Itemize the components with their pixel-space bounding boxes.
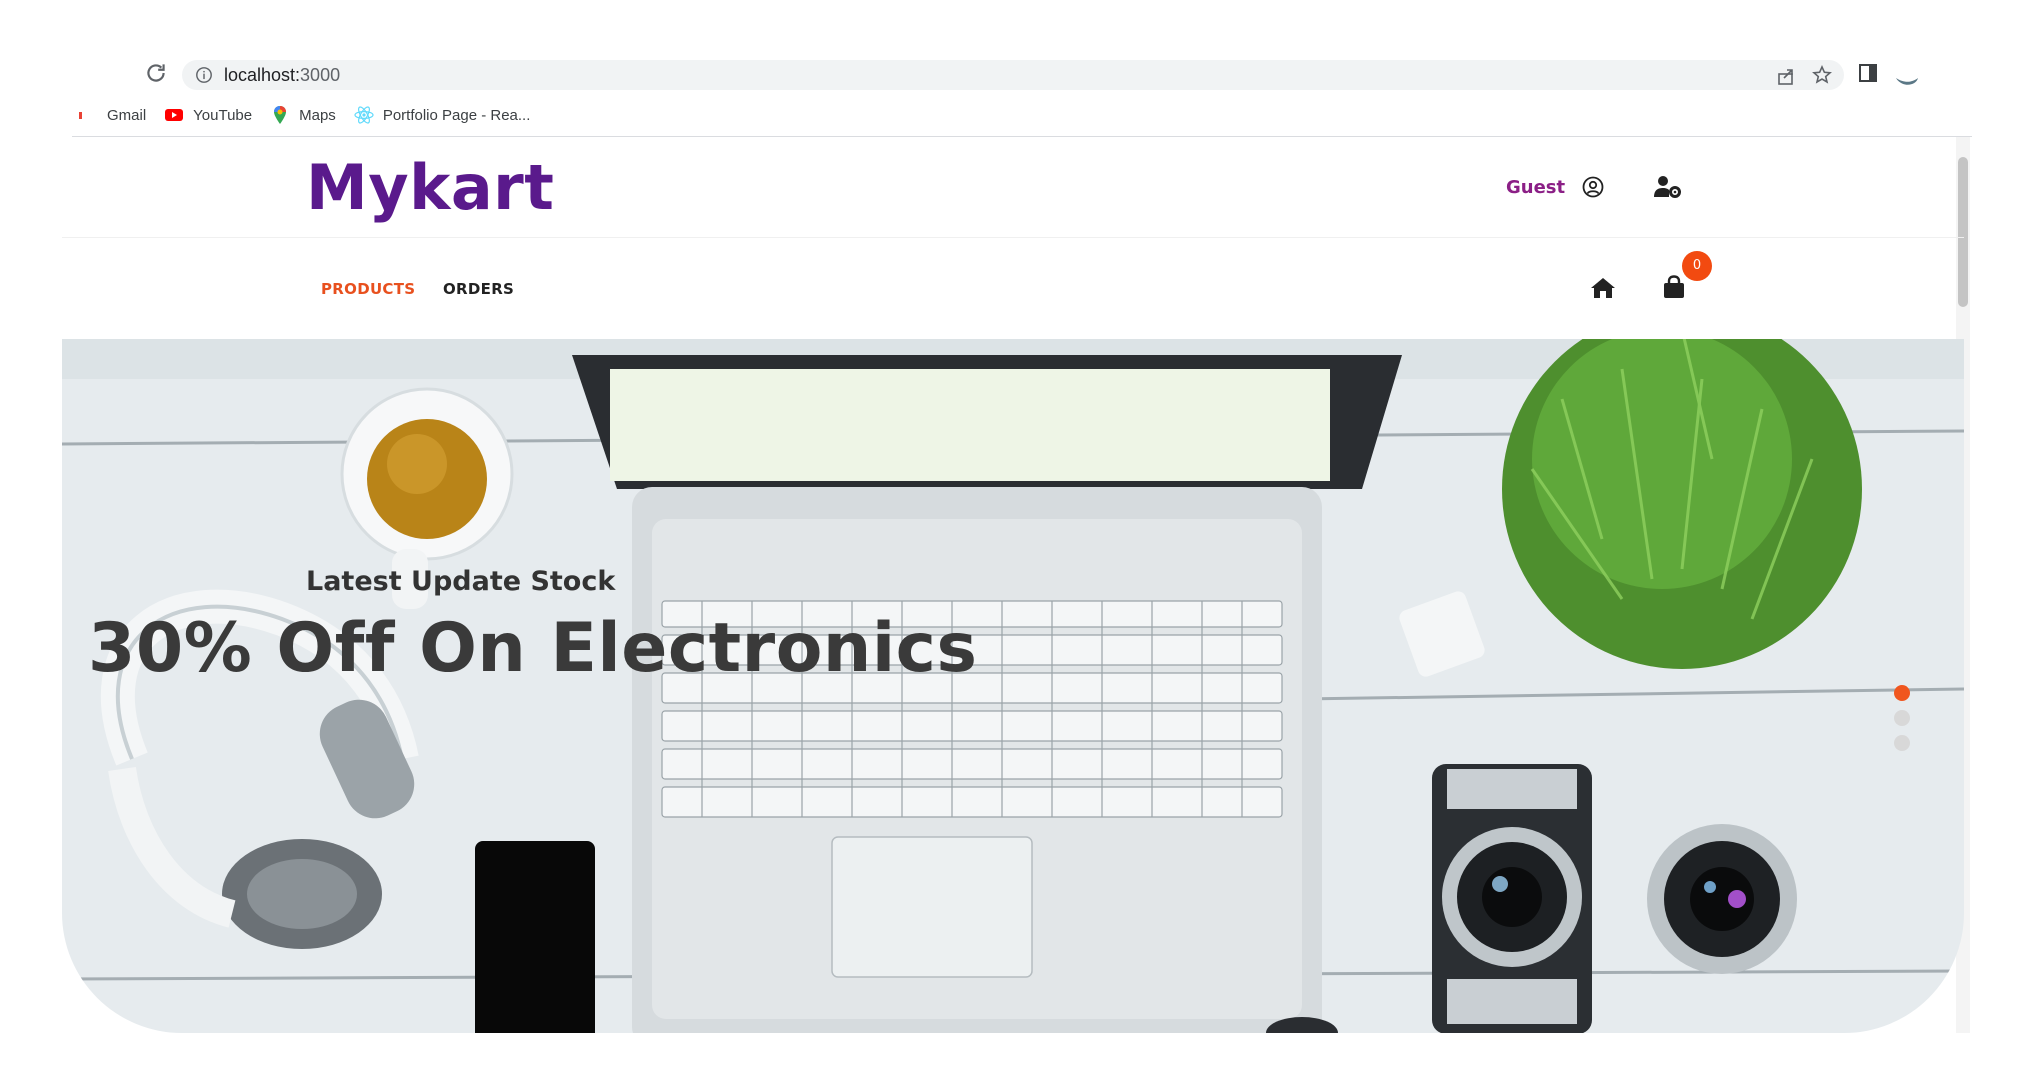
bookmark-label: Gmail [107, 106, 147, 124]
user-circle-icon[interactable] [1582, 176, 1604, 198]
hero-subtitle: Latest Update Stock [306, 566, 616, 597]
profile-avatar[interactable] [1894, 62, 1922, 90]
url-port: 3000 [300, 65, 341, 85]
bookmark-portfolio[interactable]: Portfolio Page - Rea... [354, 105, 531, 125]
hero-title: 30% Off On Electronics [88, 609, 978, 688]
side-panel-icon[interactable] [1858, 63, 1878, 83]
hero-carousel[interactable]: Latest Update Stock 30% Off On Electroni… [62, 339, 1964, 1033]
user-settings-icon[interactable] [1653, 175, 1683, 199]
nav-orders-link[interactable]: ORDERS [443, 280, 514, 298]
main-nav: PRODUCTS ORDERS 0 [62, 237, 1964, 339]
bookmarks-bar: Gmail YouTube Maps Portfolio Page - Rea.… [78, 102, 530, 128]
bookmark-label: Portfolio Page - Rea... [382, 106, 531, 124]
cart-count-badge: 0 [1682, 251, 1712, 281]
bookmark-label: YouTube [193, 106, 253, 124]
bookmark-gmail[interactable]: Gmail [78, 105, 146, 125]
home-icon[interactable] [1590, 276, 1616, 300]
carousel-dot-1[interactable] [1894, 685, 1910, 701]
user-greeting: Guest [1506, 177, 1566, 198]
react-icon [354, 106, 374, 124]
web-page: Mykart Guest PRODUCTS ORDERS 0 Latest Up… [62, 137, 1964, 1033]
youtube-icon [165, 109, 184, 121]
bookmark-youtube[interactable]: YouTube [164, 105, 252, 125]
info-icon[interactable] [195, 66, 213, 84]
bookmark-star-icon[interactable] [1812, 65, 1832, 85]
share-icon[interactable] [1776, 66, 1796, 86]
carousel-dot-2[interactable] [1894, 710, 1910, 726]
bookmark-label: Maps [299, 106, 336, 124]
carousel-dot-3[interactable] [1894, 735, 1910, 751]
address-bar[interactable]: localhost:3000 [182, 60, 1844, 90]
bookmark-maps[interactable]: Maps [270, 105, 336, 125]
browser-chrome: localhost:3000 Gmail YouTube Maps Portfo… [0, 0, 2022, 137]
site-logo[interactable]: Mykart [306, 151, 554, 224]
maps-icon [274, 106, 287, 124]
gmail-icon [78, 105, 98, 125]
url-text[interactable]: localhost:3000 [224, 64, 340, 86]
site-header: Mykart Guest [62, 137, 1964, 238]
url-host: localhost: [224, 65, 301, 85]
shopping-bag-icon[interactable] [1663, 275, 1685, 299]
nav-products-link[interactable]: PRODUCTS [321, 280, 415, 298]
reload-icon[interactable] [143, 60, 169, 86]
carousel-indicators [1894, 685, 1910, 751]
